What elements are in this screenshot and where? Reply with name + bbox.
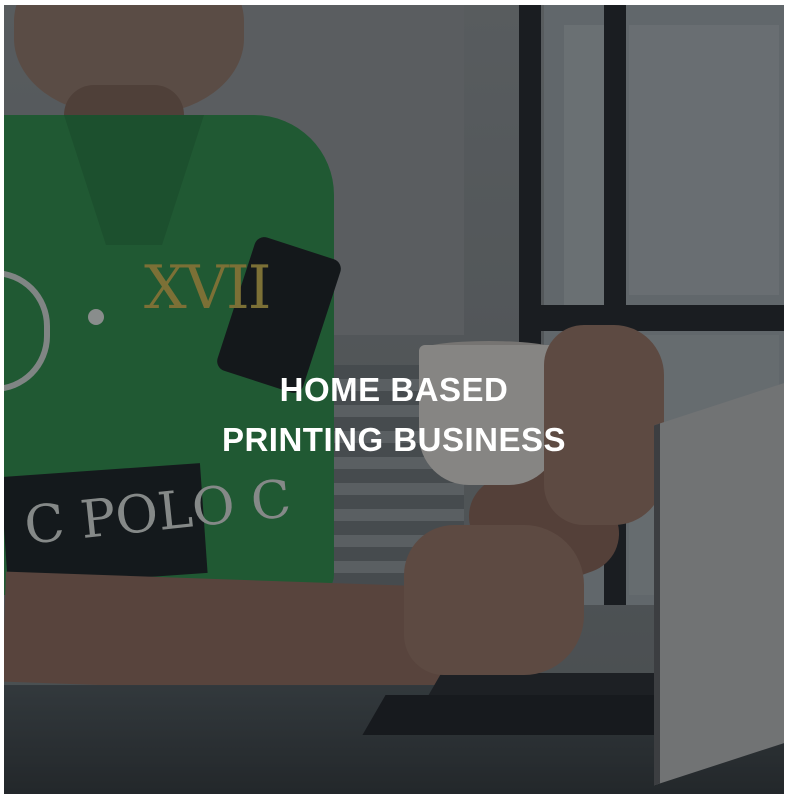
headline-line-1: HOME BASED <box>279 371 509 408</box>
hero-image-card[interactable]: XVII C POLO C HOME BASED PRINTING BUSINE… <box>4 5 784 794</box>
headline-line-2: PRINTING BUSINESS <box>221 421 567 458</box>
hero-headline: HOME BASED PRINTING BUSINESS <box>4 365 784 465</box>
